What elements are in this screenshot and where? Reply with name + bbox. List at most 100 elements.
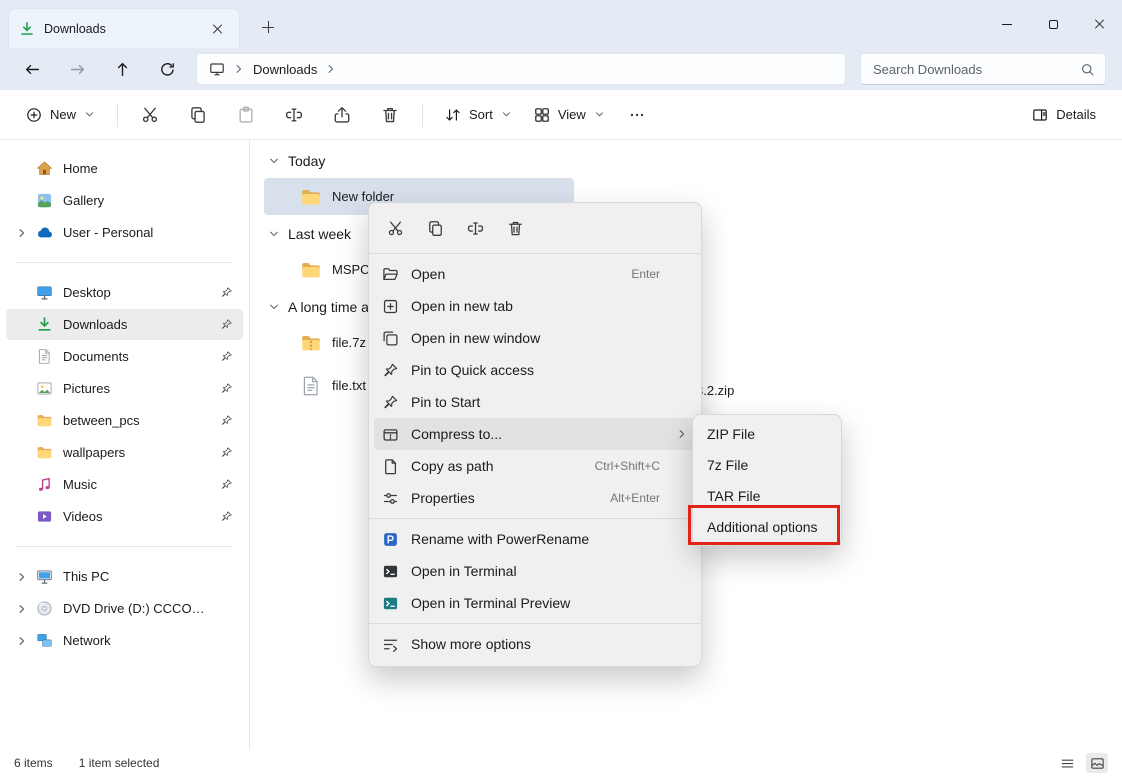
sidebar-item-downloads[interactable]: Downloads (6, 309, 243, 340)
forward-icon (69, 61, 86, 78)
sort-button-label: Sort (469, 107, 493, 122)
status-thumbs-button[interactable] (1086, 753, 1108, 773)
search-box[interactable] (860, 53, 1106, 85)
pin-icon (382, 362, 399, 379)
view-button[interactable]: View (524, 97, 615, 133)
sidebar-item-videos[interactable]: Videos (6, 501, 243, 532)
menu-item-properties[interactable]: Properties Alt+Enter (374, 482, 696, 514)
menu-item-label: Pin to Start (411, 394, 481, 410)
cut-button[interactable] (379, 212, 411, 244)
sidebar-item-label: This PC (63, 569, 110, 584)
menu-item-open-in-new-tab[interactable]: Open in new tab (374, 290, 696, 322)
chevron-right-icon (16, 571, 28, 583)
textdoc-icon (300, 375, 322, 397)
folder-icon (300, 186, 322, 208)
submenu-item-zip-file[interactable]: ZIP File (697, 418, 837, 449)
close-icon (1094, 19, 1104, 29)
sidebar-item-label: Home (63, 161, 98, 176)
forward-button[interactable] (61, 53, 93, 85)
back-button[interactable] (16, 53, 48, 85)
tab-close-button[interactable] (205, 17, 229, 41)
chevron-down-icon (84, 109, 95, 120)
menu-item-label: Copy as path (411, 458, 494, 474)
sidebar-item-label: Downloads (63, 317, 128, 332)
status-list-button[interactable] (1056, 753, 1078, 773)
rename-icon (467, 220, 484, 237)
rename-button[interactable] (274, 97, 314, 133)
new-tab-button[interactable] (256, 15, 280, 39)
sidebar-item-this-pc[interactable]: This PC (6, 561, 243, 592)
copy-button[interactable] (178, 97, 218, 133)
up-button[interactable] (106, 53, 138, 85)
delete-button[interactable] (499, 212, 531, 244)
sort-button[interactable]: Sort (435, 97, 522, 133)
sidebar-item-label: DVD Drive (D:) CCCOMA_X64FRE_EN (63, 601, 210, 616)
sidebar-item-between-pcs[interactable]: between_pcs (6, 405, 243, 436)
menu-item-compress-to[interactable]: Compress to... (374, 418, 696, 450)
sidebar-item-wallpapers[interactable]: wallpapers (6, 437, 243, 468)
submenu-item-label: TAR File (707, 487, 761, 504)
maximize-button[interactable] (1030, 0, 1076, 48)
minimize-button[interactable] (984, 0, 1030, 48)
status-list-icon (1060, 756, 1075, 771)
sidebar-item-home[interactable]: Home (6, 153, 243, 184)
sidebar-item-network[interactable]: Network (6, 625, 243, 656)
breadcrumb-chevron-icon[interactable] (325, 63, 337, 75)
menu-item-open-in-terminal[interactable]: Open in Terminal (374, 555, 696, 587)
delete-button[interactable] (370, 97, 410, 133)
close-window-button[interactable] (1076, 0, 1122, 48)
breadcrumb-downloads[interactable]: Downloads (253, 62, 317, 77)
folder-icon (300, 259, 322, 281)
details-pane-button[interactable]: Details (1022, 97, 1106, 133)
sidebar-item-pictures[interactable]: Pictures (6, 373, 243, 404)
caption-buttons (984, 0, 1122, 48)
submenu-item-label: Additional options (707, 518, 818, 535)
cloud-icon (36, 224, 53, 241)
new-button[interactable]: New (16, 97, 105, 133)
textdoc-icon (36, 348, 53, 365)
more-options-button[interactable] (617, 97, 657, 133)
menu-item-open[interactable]: Open Enter (374, 258, 696, 290)
menu-item-show-more-options[interactable]: Show more options (374, 628, 696, 660)
properties-icon (382, 490, 399, 507)
sidebar-item-user-personal[interactable]: User - Personal (6, 217, 243, 248)
menu-item-label: Show more options (411, 636, 531, 652)
group-label: Today (288, 153, 326, 169)
refresh-icon (159, 61, 176, 78)
menu-item-open-in-new-window[interactable]: Open in new window (374, 322, 696, 354)
menu-item-open-in-terminal-preview[interactable]: Open in Terminal Preview (374, 587, 696, 619)
menu-item-pin-to-start[interactable]: Pin to Start (374, 386, 696, 418)
refresh-button[interactable] (151, 53, 183, 85)
search-input[interactable] (871, 60, 1080, 78)
copy-button[interactable] (419, 212, 451, 244)
sidebar-item-gallery[interactable]: Gallery (6, 185, 243, 216)
submenu-item-additional-options[interactable]: Additional options (697, 511, 837, 542)
folder-icon (36, 412, 53, 429)
address-bar[interactable]: Downloads (196, 53, 846, 85)
rename-button[interactable] (459, 212, 491, 244)
share-button[interactable] (322, 97, 362, 133)
delete-icon (381, 106, 399, 124)
sidebar-item-desktop[interactable]: Desktop (6, 277, 243, 308)
sidebar-item-documents[interactable]: Documents (6, 341, 243, 372)
cut-button[interactable] (130, 97, 170, 133)
menu-item-pin-to-quick-access[interactable]: Pin to Quick access (374, 354, 696, 386)
command-toolbar: New Sort View Details (0, 90, 1122, 140)
sort-icon (445, 107, 461, 123)
sidebar-item-label: User - Personal (63, 225, 154, 240)
menu-item-rename-with-powerrename[interactable]: Rename with PowerRename (374, 523, 696, 555)
submenu-item-7z-file[interactable]: 7z File (697, 449, 837, 480)
explorer-tab[interactable]: Downloads (8, 8, 240, 48)
more-icon (382, 636, 399, 653)
breadcrumb-chevron-icon[interactable] (233, 63, 245, 75)
paste-button[interactable] (226, 97, 266, 133)
open-icon (382, 266, 399, 283)
sidebar-item-music[interactable]: Music (6, 469, 243, 500)
newtab-icon (382, 298, 399, 315)
submenu-item-tar-file[interactable]: TAR File (697, 480, 837, 511)
group-header-today[interactable]: Today (268, 150, 1122, 172)
pin-icon (220, 350, 233, 363)
menu-item-copy-as-path[interactable]: Copy as path Ctrl+Shift+C (374, 450, 696, 482)
sidebar-item-dvd-drive-d-cccoma-x64fre-en[interactable]: DVD Drive (D:) CCCOMA_X64FRE_EN (6, 593, 243, 624)
new-button-label: New (50, 107, 77, 122)
